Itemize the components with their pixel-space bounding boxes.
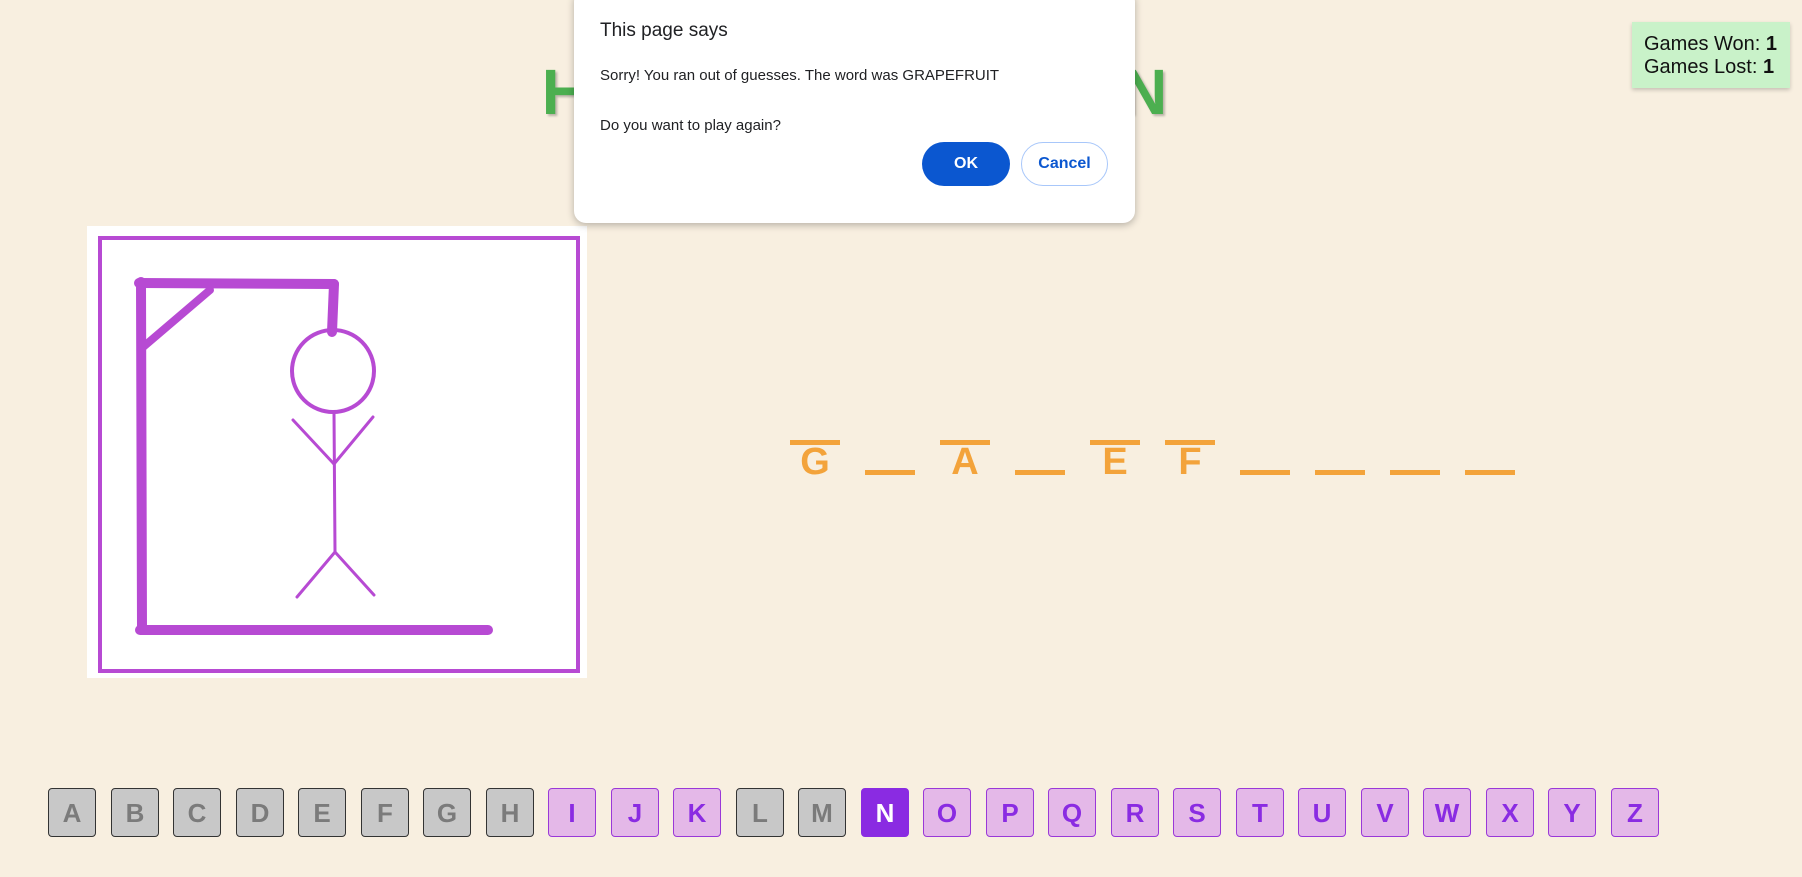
letter-underline — [1240, 470, 1290, 475]
letter-underline — [940, 440, 990, 445]
blank-letter-slot — [1015, 440, 1065, 480]
key-h[interactable]: H — [486, 788, 534, 837]
letter-underline — [1090, 440, 1140, 445]
key-o[interactable]: O — [923, 788, 971, 837]
key-m[interactable]: M — [798, 788, 846, 837]
key-z[interactable]: Z — [1611, 788, 1659, 837]
figure-left-arm — [291, 418, 336, 466]
revealed-letter: A — [940, 440, 990, 483]
key-a[interactable]: A — [48, 788, 96, 837]
key-n[interactable]: N — [861, 788, 909, 837]
letter-text: E — [1102, 441, 1128, 483]
gallows-pole — [136, 277, 147, 635]
letter-underline — [790, 440, 840, 445]
letter-text: F — [1178, 441, 1202, 483]
revealed-letter: E — [1090, 440, 1140, 483]
alert-dialog: This page says Sorry! You ran out of gue… — [574, 0, 1135, 223]
letter-text: A — [951, 441, 979, 483]
letter-underline — [1465, 470, 1515, 475]
ok-button[interactable]: OK — [922, 142, 1010, 186]
letter-text: G — [800, 441, 830, 483]
key-f[interactable]: F — [361, 788, 409, 837]
gallows-brace — [138, 286, 214, 352]
key-k[interactable]: K — [673, 788, 721, 837]
key-p[interactable]: P — [986, 788, 1034, 837]
key-i[interactable]: I — [548, 788, 596, 837]
games-won-value: 1 — [1765, 33, 1778, 55]
key-g[interactable]: G — [423, 788, 471, 837]
letter-underline — [1390, 470, 1440, 475]
key-s[interactable]: S — [1173, 788, 1221, 837]
games-lost-value: 1 — [1762, 56, 1775, 78]
key-x[interactable]: X — [1486, 788, 1534, 837]
figure-body — [332, 410, 337, 554]
blank-letter-slot — [1465, 440, 1515, 480]
dialog-title: This page says — [600, 20, 728, 41]
hangman-canvas — [87, 226, 587, 678]
key-u[interactable]: U — [1298, 788, 1346, 837]
key-e[interactable]: E — [298, 788, 346, 837]
letter-underline — [865, 470, 915, 475]
key-j[interactable]: J — [611, 788, 659, 837]
blank-letter-slot — [1390, 440, 1440, 480]
revealed-letter: F — [1165, 440, 1215, 483]
figure-left-leg — [295, 550, 337, 599]
games-won-label: Games Won: — [1644, 33, 1766, 55]
key-l[interactable]: L — [736, 788, 784, 837]
key-b[interactable]: B — [111, 788, 159, 837]
blank-letter-slot — [1240, 440, 1290, 480]
score-panel: Games Won: 1 Games Lost: 1 — [1632, 22, 1790, 88]
hangman-drawing — [98, 236, 580, 673]
letter-underline — [1015, 470, 1065, 475]
games-won-row: Games Won: 1 — [1644, 33, 1778, 56]
revealed-letter: G — [790, 440, 840, 483]
letter-underline — [1315, 470, 1365, 475]
figure-right-arm — [332, 415, 375, 466]
blank-letter-slot — [865, 440, 915, 480]
key-y[interactable]: Y — [1548, 788, 1596, 837]
canvas-border — [98, 236, 580, 673]
key-c[interactable]: C — [173, 788, 221, 837]
gallows-rope — [327, 279, 339, 337]
games-lost-label: Games Lost: — [1644, 56, 1763, 78]
letter-underline — [1165, 440, 1215, 445]
key-v[interactable]: V — [1361, 788, 1409, 837]
gallows-beam — [134, 278, 339, 289]
key-q[interactable]: Q — [1048, 788, 1096, 837]
key-w[interactable]: W — [1423, 788, 1471, 837]
figure-head — [290, 328, 376, 414]
key-d[interactable]: D — [236, 788, 284, 837]
key-t[interactable]: T — [1236, 788, 1284, 837]
blank-letter-slot — [1315, 440, 1365, 480]
key-r[interactable]: R — [1111, 788, 1159, 837]
games-lost-row: Games Lost: 1 — [1644, 56, 1778, 79]
figure-right-leg — [333, 550, 376, 597]
dialog-message: Sorry! You ran out of guesses. The word … — [600, 67, 1000, 134]
cancel-button[interactable]: Cancel — [1021, 142, 1108, 186]
